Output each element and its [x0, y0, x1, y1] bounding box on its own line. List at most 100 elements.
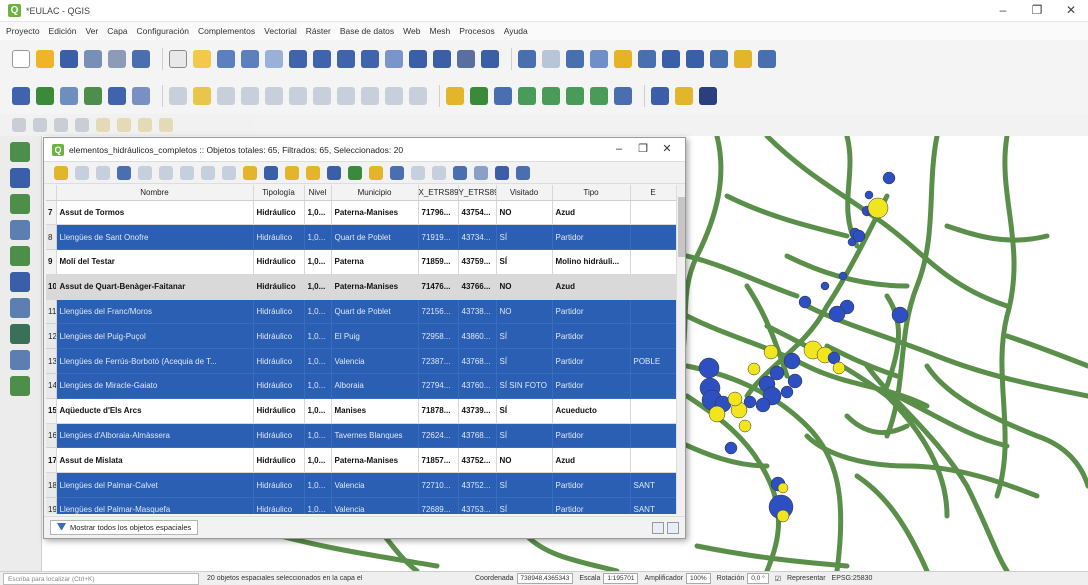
delete-feature-icon[interactable] — [159, 165, 173, 180]
table-cell[interactable]: 72710... — [418, 472, 459, 499]
row-number[interactable]: 9 — [46, 249, 57, 275]
table-cell[interactable]: 72387... — [418, 348, 459, 375]
table-cell[interactable]: SÍ — [496, 472, 553, 499]
table-cell[interactable] — [630, 224, 676, 251]
column-header-nivel[interactable]: Nivel — [304, 185, 332, 201]
save-edits-icon[interactable] — [96, 165, 110, 180]
table-cell[interactable]: Acueducto — [552, 398, 631, 424]
new-print-layout-icon[interactable] — [84, 50, 102, 68]
statistical-summary-icon[interactable] — [686, 50, 704, 68]
table-cell[interactable]: 43738... — [458, 299, 497, 325]
label-tool-icon[interactable] — [446, 87, 464, 105]
table-cell[interactable]: 43760... — [458, 373, 497, 399]
column-header-municipio[interactable]: Municipio — [331, 185, 419, 201]
field-calculator-icon[interactable] — [495, 165, 509, 180]
open-attribute-table-icon[interactable] — [542, 50, 560, 68]
new-map-view-icon[interactable] — [409, 50, 427, 68]
table-cell[interactable]: NO — [496, 447, 553, 474]
attribute-table-window[interactable]: Q elementos_hidráulicos_completos :: Obj… — [43, 137, 686, 539]
menu-configuracion[interactable]: Configuración — [137, 26, 189, 36]
add-wcs-layer-icon[interactable] — [10, 324, 30, 344]
map-point[interactable] — [776, 509, 790, 523]
row-number[interactable]: 13 — [46, 348, 57, 375]
table-cell[interactable]: 43766... — [458, 274, 497, 300]
table-cell[interactable]: Llengües del Palmar-Calvet — [56, 472, 254, 499]
attribute-grid[interactable]: Nombre Tipología Nivel Municipio X_ETRS8… — [46, 185, 676, 514]
zoom-to-layer-icon[interactable] — [337, 50, 355, 68]
table-cell[interactable] — [630, 323, 676, 350]
map-point[interactable] — [769, 365, 785, 381]
row-number[interactable]: 12 — [46, 323, 57, 350]
table-cell[interactable]: 1,0... — [304, 224, 332, 251]
row-number[interactable]: 18 — [46, 472, 57, 499]
map-point[interactable] — [738, 419, 752, 433]
table-cell[interactable]: Partidor — [552, 373, 631, 399]
map-point[interactable] — [891, 306, 909, 324]
table-cell[interactable]: 1,0... — [304, 472, 332, 499]
table-cell[interactable]: Alboraia — [331, 373, 419, 399]
table-cell[interactable]: 71857... — [418, 447, 459, 474]
table-cell[interactable]: 1,0... — [304, 299, 332, 325]
table-cell[interactable]: 1,0... — [304, 200, 332, 226]
current-edits-icon[interactable] — [169, 87, 187, 105]
table-cell[interactable]: Hidráulico — [253, 373, 305, 399]
zoom-in-icon[interactable] — [217, 50, 235, 68]
add-raster-layer-icon[interactable] — [10, 168, 30, 188]
menu-proyecto[interactable]: Proyecto — [6, 26, 40, 36]
table-cell[interactable]: Hidráulico — [253, 323, 305, 350]
magnifier-field[interactable]: 100% — [686, 573, 711, 584]
table-cell[interactable]: Hidráulico — [253, 497, 305, 514]
table-cell[interactable]: SÍ — [496, 224, 553, 251]
save-edits-icon[interactable] — [217, 87, 235, 105]
split-features-icon[interactable] — [159, 118, 173, 132]
row-number[interactable]: 8 — [46, 224, 57, 251]
add-delimited-text-icon[interactable] — [84, 87, 102, 105]
open-project-icon[interactable] — [36, 50, 54, 68]
table-scrollbar[interactable] — [676, 185, 685, 514]
column-header-e[interactable]: E — [630, 185, 676, 201]
column-header-tipo[interactable]: Tipo — [552, 185, 631, 201]
move-label-icon[interactable] — [542, 87, 560, 105]
undo-icon[interactable] — [385, 87, 403, 105]
new-field-icon[interactable] — [411, 165, 425, 180]
menu-complementos[interactable]: Complementos — [198, 26, 255, 36]
table-cell[interactable]: Valencia — [331, 348, 419, 375]
table-cell[interactable]: SÍ SIN FOTO — [496, 373, 553, 399]
map-point[interactable] — [755, 397, 771, 413]
toggle-editing-icon[interactable] — [193, 87, 211, 105]
fill-ring-icon[interactable] — [54, 118, 68, 132]
add-vector-layer-icon[interactable] — [10, 142, 30, 162]
table-cell[interactable]: SÍ — [496, 398, 553, 424]
table-cell[interactable]: Hidráulico — [253, 249, 305, 275]
table-cell[interactable]: Llengües de Ferrús-Borbotó (Acequia de T… — [56, 348, 254, 375]
table-cell[interactable]: 43734... — [458, 224, 497, 251]
table-cell[interactable]: Paterna-Manises — [331, 274, 419, 300]
select-by-expression-icon[interactable] — [243, 165, 257, 180]
table-cell[interactable]: Assut de Tormos — [56, 200, 254, 226]
row-number[interactable]: 7 — [46, 200, 57, 226]
add-wms-layer-icon[interactable] — [10, 246, 30, 266]
table-cell[interactable] — [630, 398, 676, 424]
map-point[interactable] — [787, 373, 803, 389]
crs-button[interactable]: EPSG:25830 — [832, 575, 873, 582]
minimize-button[interactable]: – — [986, 0, 1020, 22]
table-cell[interactable]: Assut de Mislata — [56, 447, 254, 474]
table-cell[interactable]: Partidor — [552, 472, 631, 499]
add-part-icon[interactable] — [33, 118, 47, 132]
map-point[interactable] — [798, 295, 812, 309]
column-header-y[interactable]: Y_ETRS89 — [458, 185, 497, 201]
menu-mesh[interactable]: Mesh — [430, 26, 451, 36]
field-calculator-icon[interactable] — [638, 50, 656, 68]
table-cell[interactable]: 72958... — [418, 323, 459, 350]
menu-ver[interactable]: Ver — [85, 26, 98, 36]
column-header-visitado[interactable]: Visitado — [496, 185, 553, 201]
table-row[interactable]: 10Assut de Quart-Benàger-FaitanarHidrául… — [46, 274, 676, 300]
table-cell[interactable]: 1,0... — [304, 249, 332, 275]
table-cell[interactable]: Hidráulico — [253, 447, 305, 474]
table-cell[interactable]: Llengües de Miracle-Gaiato — [56, 373, 254, 399]
table-cell[interactable]: Partidor — [552, 497, 631, 514]
measure-line-icon[interactable] — [710, 50, 728, 68]
pan-map-icon[interactable] — [169, 50, 187, 68]
add-spatialite-icon[interactable] — [10, 220, 30, 240]
table-cell[interactable]: SÍ — [496, 323, 553, 350]
